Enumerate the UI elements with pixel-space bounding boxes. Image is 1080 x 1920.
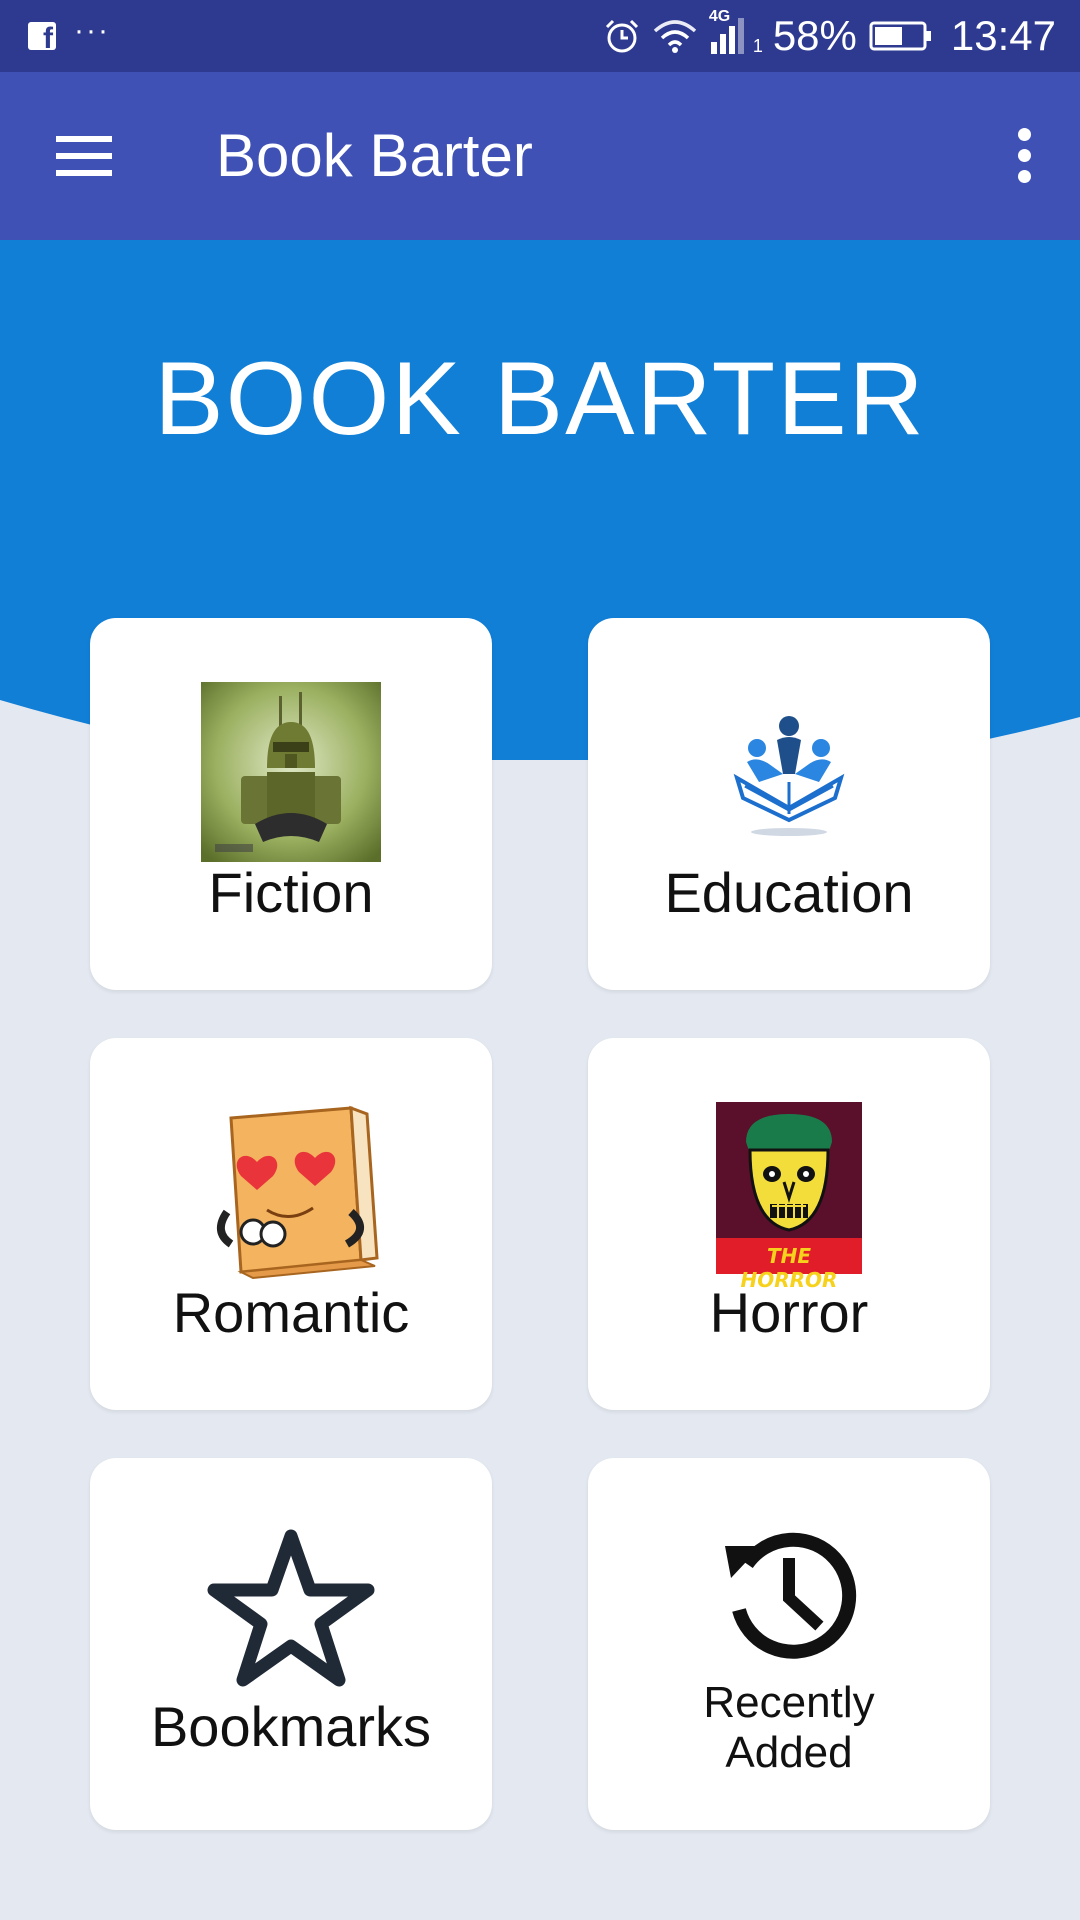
category-label: Horror [709, 1281, 869, 1344]
category-card-recently-added[interactable]: Recently Added [588, 1458, 990, 1830]
category-card-fiction[interactable]: Fiction [90, 618, 492, 990]
category-label: Recently Added [588, 1678, 990, 1778]
status-bar-left: f ··· [28, 0, 110, 72]
battery-icon [869, 21, 931, 51]
category-card-education[interactable]: Education [588, 618, 990, 990]
battery-percent: 58% [772, 12, 857, 59]
category-label: Bookmarks [150, 1695, 432, 1758]
education-book-icon [733, 716, 845, 836]
category-label: Education [664, 861, 914, 924]
more-vertical-icon[interactable] [1004, 128, 1044, 184]
more-notifications-indicator: ··· [74, 14, 110, 47]
category-card-romantic[interactable]: Romantic [90, 1038, 492, 1410]
category-label-line-1: Recently [703, 1678, 875, 1727]
app-title: Book Barter [216, 122, 533, 189]
app-bar: Book Barter [0, 72, 1080, 240]
signal-icon: 4G 1 [709, 8, 763, 58]
book-in-love-image [217, 1105, 379, 1280]
history-icon [725, 1532, 857, 1659]
status-bar-right: 4G 1 58% 13:47 [603, 0, 1056, 72]
hamburger-menu-icon[interactable] [56, 134, 112, 178]
status-bar: f ··· 4G 1 58% 13:47 [0, 0, 1080, 72]
robot-soldier-image [201, 682, 381, 862]
sim-slot-label: 1 [752, 36, 763, 56]
category-label: Fiction [208, 861, 374, 924]
category-card-horror[interactable]: THE HORROR Horror [588, 1038, 990, 1410]
facebook-icon: f [28, 22, 56, 50]
clock: 13:47 [950, 12, 1056, 59]
alarm-icon [605, 19, 638, 53]
wifi-icon [653, 20, 696, 53]
category-label-line-2: Added [725, 1728, 853, 1777]
category-label: Romantic [172, 1281, 410, 1344]
star-icon [207, 1529, 375, 1687]
hero-title: BOOK BARTER [154, 341, 926, 457]
category-card-bookmarks[interactable]: Bookmarks [90, 1458, 492, 1830]
